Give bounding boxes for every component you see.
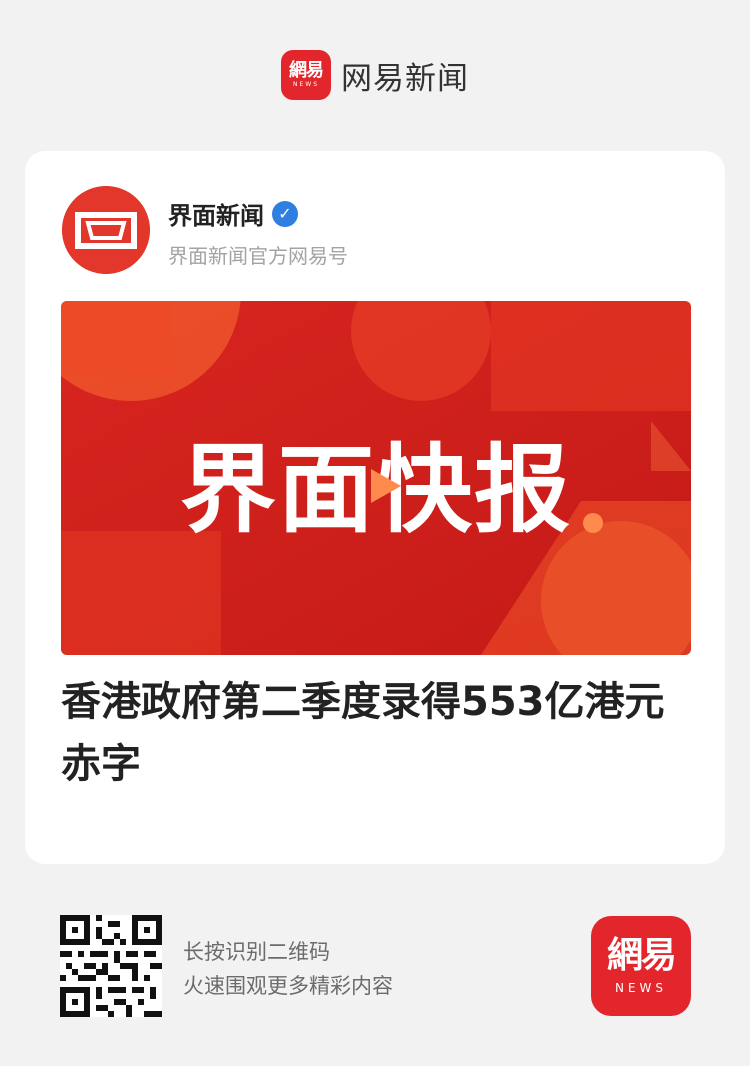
app-name: 网易新闻 xyxy=(341,60,469,97)
author-name-row[interactable]: 界面新闻 ✓ xyxy=(168,196,298,231)
author-subtitle: 界面新闻官方网易号 xyxy=(168,244,348,268)
logo-subtext: NEWS xyxy=(292,81,320,88)
article-card[interactable]: 界面新闻 ✓ 界面新闻官方网易号 界面快报 香港政 xyxy=(25,151,725,864)
article-banner-image[interactable]: 界面快报 xyxy=(61,301,691,655)
footer-logo-subtext: NEWS xyxy=(614,981,668,995)
verified-icon: ✓ xyxy=(272,200,298,227)
footer-netease-logo: 網易 NEWS xyxy=(591,916,691,1016)
author-name[interactable]: 界面新闻 xyxy=(168,196,264,231)
app-header: 網易 NEWS 网易新闻 xyxy=(0,50,750,100)
footer-logo-text: 網易 xyxy=(606,935,677,976)
qr-code[interactable] xyxy=(60,915,162,1017)
logo-text: 網易 xyxy=(289,60,324,81)
author-avatar[interactable] xyxy=(62,186,150,274)
footer-line-1: 长按识别二维码 xyxy=(183,940,330,964)
footer-line-2: 火速围观更多精彩内容 xyxy=(183,974,393,998)
article-headline[interactable]: 香港政府第二季度录得553亿港元赤字 xyxy=(61,671,691,795)
footer-caption: 长按识别二维码 火速围观更多精彩内容 xyxy=(183,935,393,1003)
author-block[interactable]: 界面新闻 ✓ 界面新闻官方网易号 xyxy=(62,186,702,276)
netease-news-logo: 網易 NEWS xyxy=(281,50,331,100)
